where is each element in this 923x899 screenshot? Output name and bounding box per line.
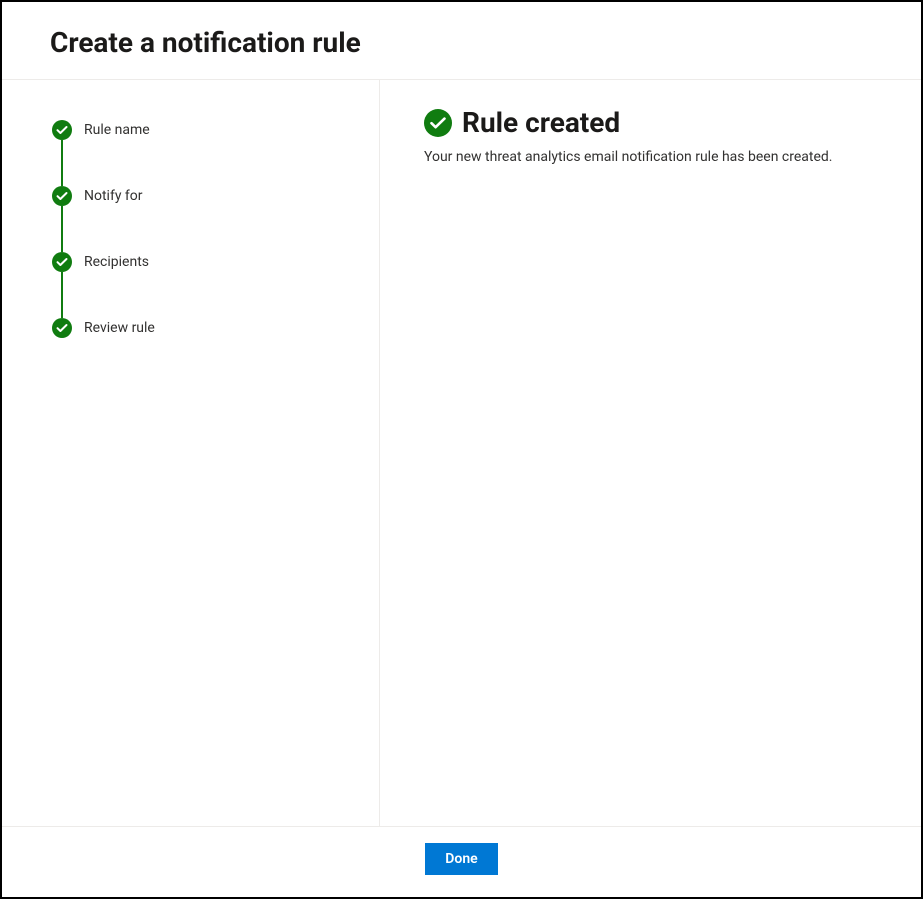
check-circle-icon bbox=[52, 186, 72, 206]
result-heading-row: Rule created bbox=[424, 106, 877, 139]
wizard-steps-list: Rule name Notify for bbox=[52, 120, 349, 338]
result-heading: Rule created bbox=[462, 106, 620, 139]
step-review-rule[interactable]: Review rule bbox=[52, 318, 349, 338]
dialog-footer: Done bbox=[2, 826, 921, 897]
step-label: Rule name bbox=[84, 122, 150, 138]
wizard-steps-sidebar: Rule name Notify for bbox=[2, 80, 380, 826]
dialog-title: Create a notification rule bbox=[50, 26, 873, 59]
result-subtext: Your new threat analytics email notifica… bbox=[424, 149, 877, 165]
step-notify-for[interactable]: Notify for bbox=[52, 186, 349, 206]
success-check-icon bbox=[424, 109, 452, 137]
check-circle-icon bbox=[52, 318, 72, 338]
dialog-header: Create a notification rule bbox=[2, 2, 921, 80]
step-label: Notify for bbox=[84, 188, 143, 204]
step-recipients[interactable]: Recipients bbox=[52, 252, 349, 272]
step-connector bbox=[61, 272, 63, 318]
check-circle-icon bbox=[52, 120, 72, 140]
step-connector bbox=[61, 206, 63, 252]
check-circle-icon bbox=[52, 252, 72, 272]
step-label: Recipients bbox=[84, 254, 149, 270]
step-connector bbox=[61, 140, 63, 186]
step-label: Review rule bbox=[84, 320, 155, 336]
step-rule-name[interactable]: Rule name bbox=[52, 120, 349, 140]
dialog-body: Rule name Notify for bbox=[2, 80, 921, 826]
main-panel: Rule created Your new threat analytics e… bbox=[380, 80, 921, 826]
done-button[interactable]: Done bbox=[425, 843, 497, 875]
